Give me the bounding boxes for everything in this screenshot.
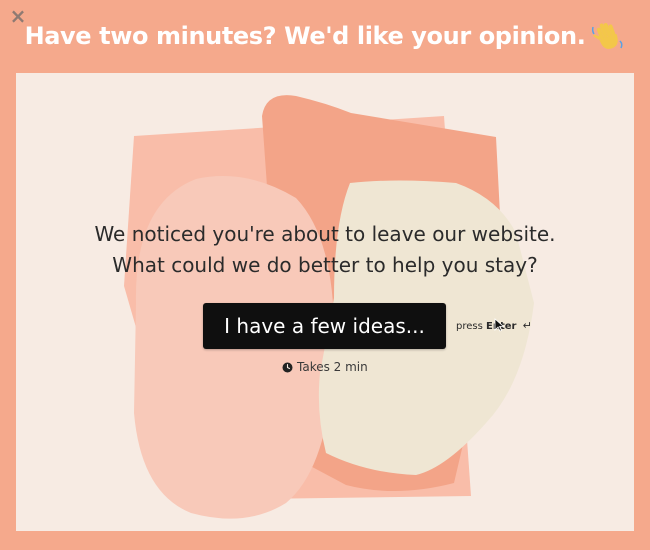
mouse-cursor-icon: [494, 318, 504, 332]
survey-header: Have two minutes? We'd like your opinion…: [0, 14, 650, 58]
answer-button[interactable]: I have a few ideas...: [203, 303, 446, 349]
press-label: press: [456, 321, 483, 332]
survey-question: We noticed you're about to leave our web…: [16, 219, 634, 281]
clock-icon: [282, 362, 293, 372]
enter-icon: ↵: [522, 319, 532, 332]
survey-title: Have two minutes? We'd like your opinion…: [24, 22, 586, 50]
waving-hand-icon: [592, 23, 623, 49]
question-line-2: What could we do better to help you stay…: [112, 253, 538, 277]
question-line-1: We noticed you're about to leave our web…: [94, 222, 556, 246]
duration-note: Takes 2 min: [282, 360, 368, 374]
survey-card: We noticed you're about to leave our web…: [16, 73, 634, 531]
duration-label: Takes 2 min: [297, 360, 368, 374]
background-shapes: [124, 95, 534, 519]
